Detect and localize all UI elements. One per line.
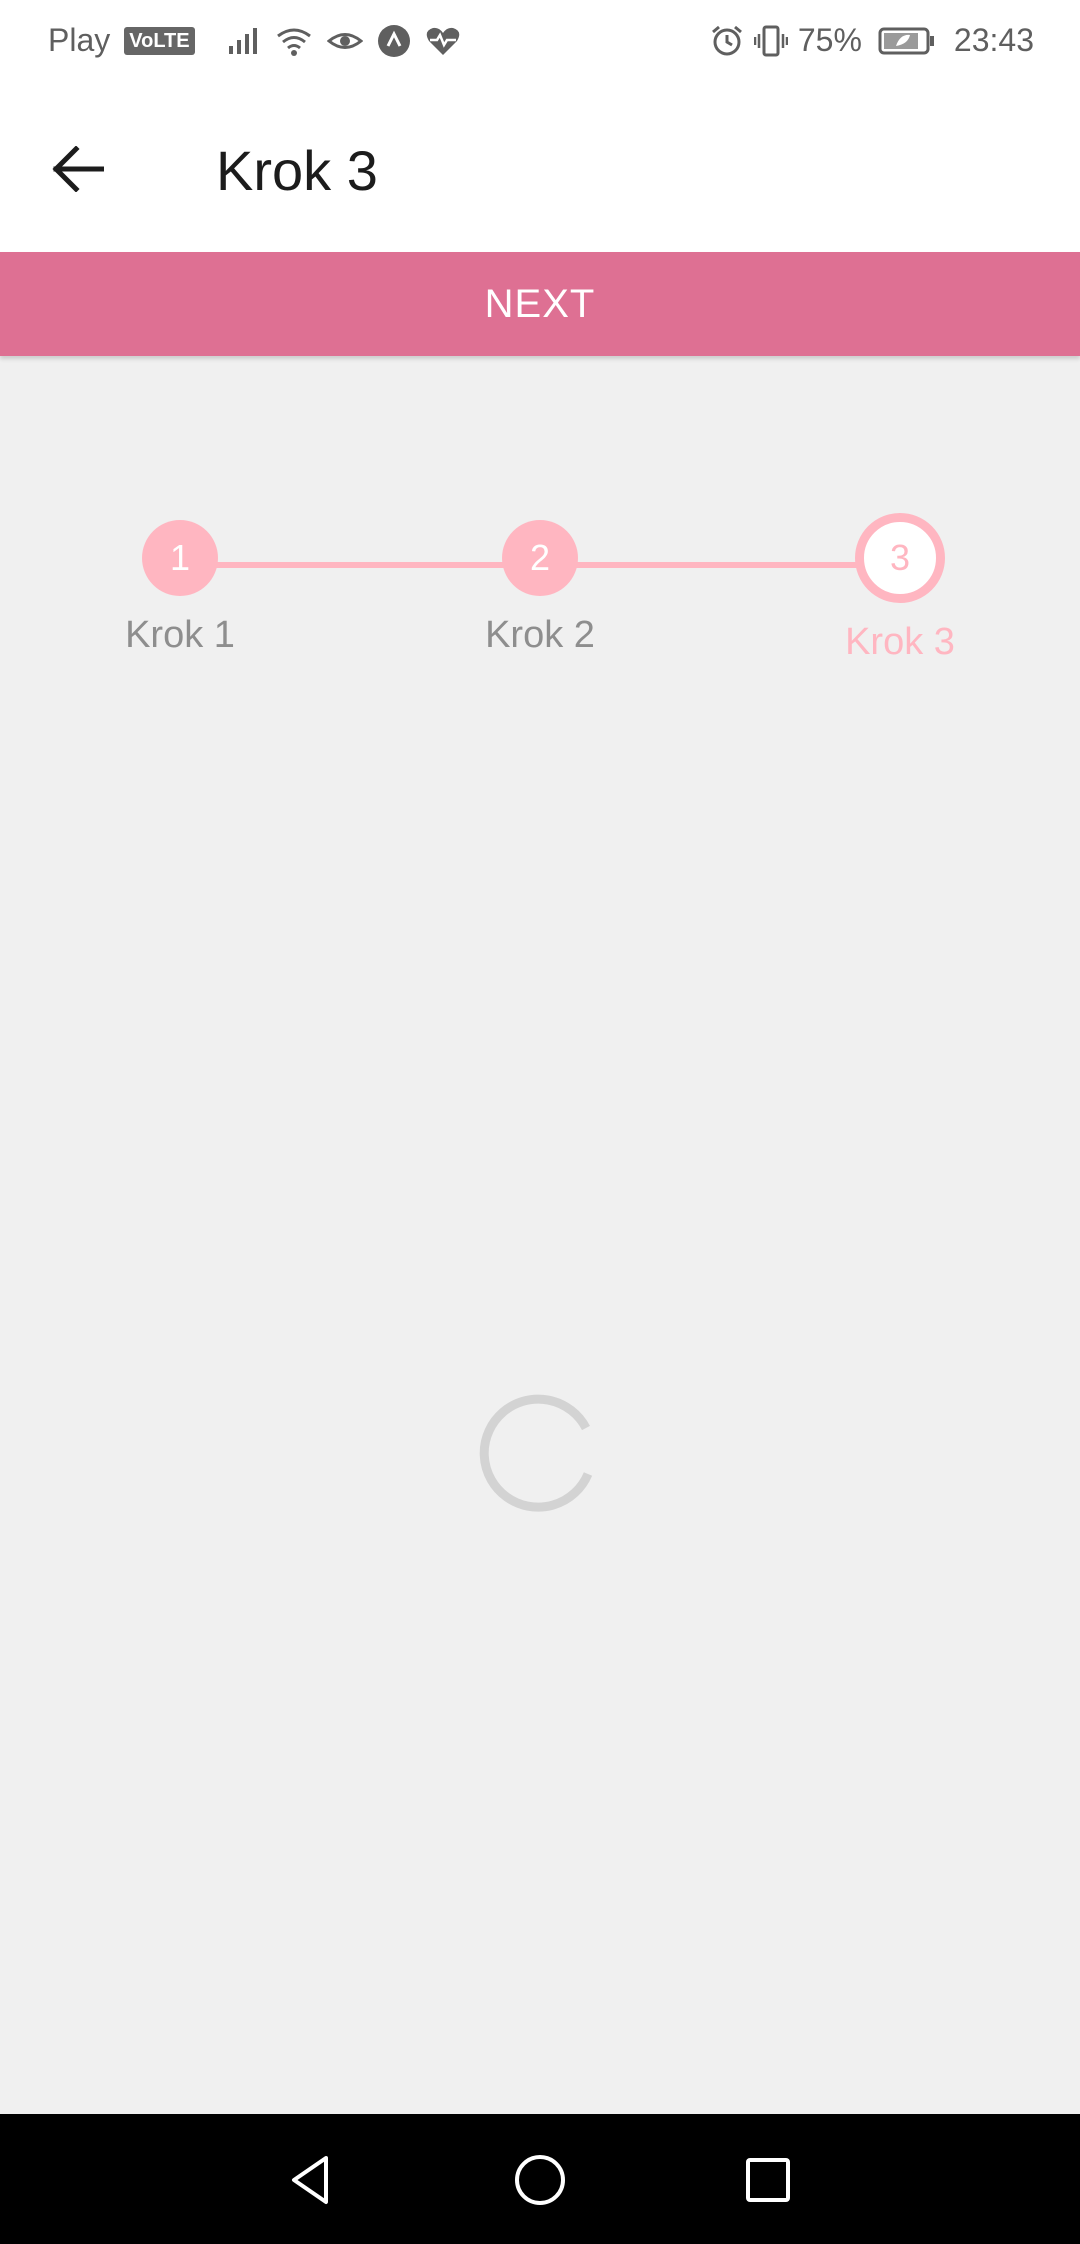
step-2[interactable]: 2 Krok 2 xyxy=(430,520,650,657)
battery-icon xyxy=(878,26,936,56)
step-label: Krok 1 xyxy=(125,614,235,656)
step-label: Krok 2 xyxy=(485,614,595,656)
nav-recents-button[interactable] xyxy=(728,2142,808,2222)
stepper: 1 Krok 1 2 Krok 2 3 Krok 3 xyxy=(0,513,1080,680)
carrier-label: Play xyxy=(48,22,111,58)
app-bar: Krok 3 xyxy=(0,86,1080,252)
vibrate-icon xyxy=(753,24,788,58)
arrow-left-icon xyxy=(52,144,105,197)
eye-icon xyxy=(326,26,363,56)
step-1[interactable]: 1 Krok 1 xyxy=(70,520,290,657)
back-triangle-icon xyxy=(282,2152,338,2213)
status-right: 75% 23:43 xyxy=(710,22,1034,59)
status-left: Play VoLTE xyxy=(48,22,461,59)
volte-badge: VoLTE xyxy=(124,26,195,55)
heart-rate-icon xyxy=(425,25,461,57)
step-3[interactable]: 3 Krok 3 xyxy=(790,513,1010,664)
back-button[interactable] xyxy=(38,136,118,206)
app-icon xyxy=(377,24,411,58)
nav-home-button[interactable] xyxy=(500,2142,580,2222)
status-bar: Play VoLTE 75% 23:43 xyxy=(0,0,1080,86)
wifi-icon xyxy=(275,26,313,56)
alarm-icon xyxy=(710,24,744,58)
clock: 23:43 xyxy=(953,22,1034,58)
next-button[interactable]: NEXT xyxy=(0,252,1080,356)
nav-back-button[interactable] xyxy=(270,2142,350,2222)
page-title: Krok 3 xyxy=(216,139,378,202)
step-label-active: Krok 3 xyxy=(845,621,955,663)
step-circle-active: 3 xyxy=(855,513,945,603)
loading-spinner xyxy=(476,1386,604,1514)
step-circle: 2 xyxy=(502,520,578,596)
system-nav-bar xyxy=(0,2114,1080,2244)
recents-square-icon xyxy=(740,2152,796,2213)
step-circle: 1 xyxy=(142,520,218,596)
signal-icon xyxy=(227,26,261,56)
battery-percent: 75% xyxy=(797,22,862,58)
home-circle-icon xyxy=(512,2152,568,2213)
